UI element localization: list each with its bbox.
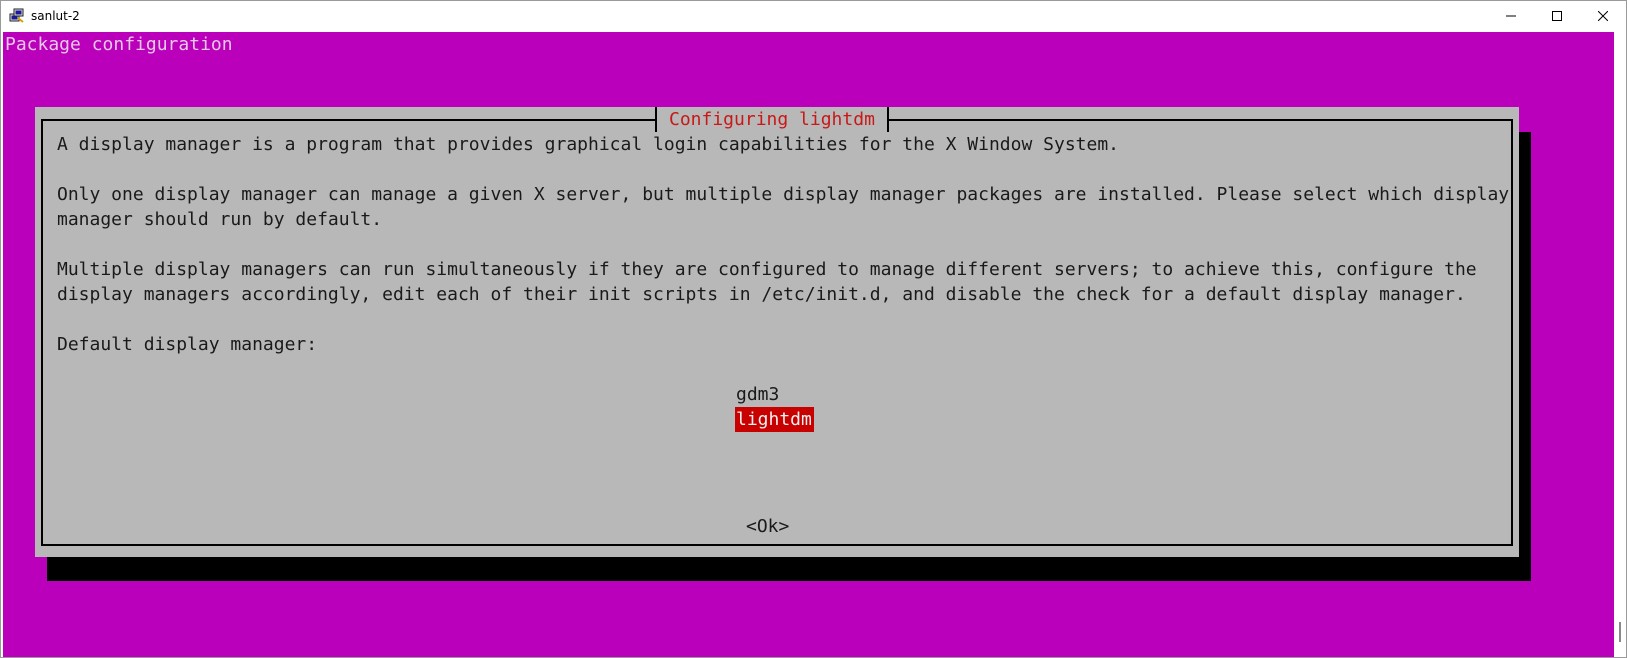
default-display-manager-label: Default display manager: bbox=[57, 334, 318, 355]
config-dialog: Configuring lightdm A display manager is… bbox=[35, 107, 1519, 557]
putty-icon[interactable] bbox=[9, 8, 25, 24]
option-gdm3[interactable]: gdm3 bbox=[735, 382, 781, 407]
option-lightdm[interactable]: lightdm bbox=[735, 407, 814, 432]
dialog-text-line: Multiple display managers can run simult… bbox=[57, 259, 1477, 280]
title-bar[interactable]: sanlut-2 bbox=[1, 1, 1626, 32]
terminal-window: sanlut-2 Package configuration Configuri… bbox=[0, 0, 1627, 658]
minimize-button[interactable] bbox=[1488, 1, 1534, 31]
dialog-text-line: display managers accordingly, edit each … bbox=[57, 284, 1466, 305]
scrollbar[interactable] bbox=[1614, 32, 1626, 657]
window-title: sanlut-2 bbox=[31, 9, 80, 23]
ok-button[interactable]: <Ok> bbox=[746, 514, 789, 539]
package-configuration-header: Package configuration bbox=[5, 34, 233, 55]
dialog-text-line: manager should run by default. bbox=[57, 209, 383, 230]
dialog-title: Configuring lightdm bbox=[655, 107, 889, 132]
maximize-icon bbox=[1552, 11, 1562, 21]
dialog-text-line: A display manager is a program that prov… bbox=[57, 134, 1120, 155]
terminal-screen[interactable]: Package configuration Configuring lightd… bbox=[3, 32, 1614, 657]
scrollbar-grip[interactable] bbox=[1619, 622, 1621, 642]
close-button[interactable] bbox=[1580, 1, 1626, 31]
minimize-icon bbox=[1506, 15, 1516, 17]
dialog-text-line: Only one display manager can manage a gi… bbox=[57, 184, 1510, 205]
dialog-shadow bbox=[47, 557, 1531, 581]
close-icon bbox=[1598, 11, 1608, 21]
maximize-button[interactable] bbox=[1534, 1, 1580, 31]
